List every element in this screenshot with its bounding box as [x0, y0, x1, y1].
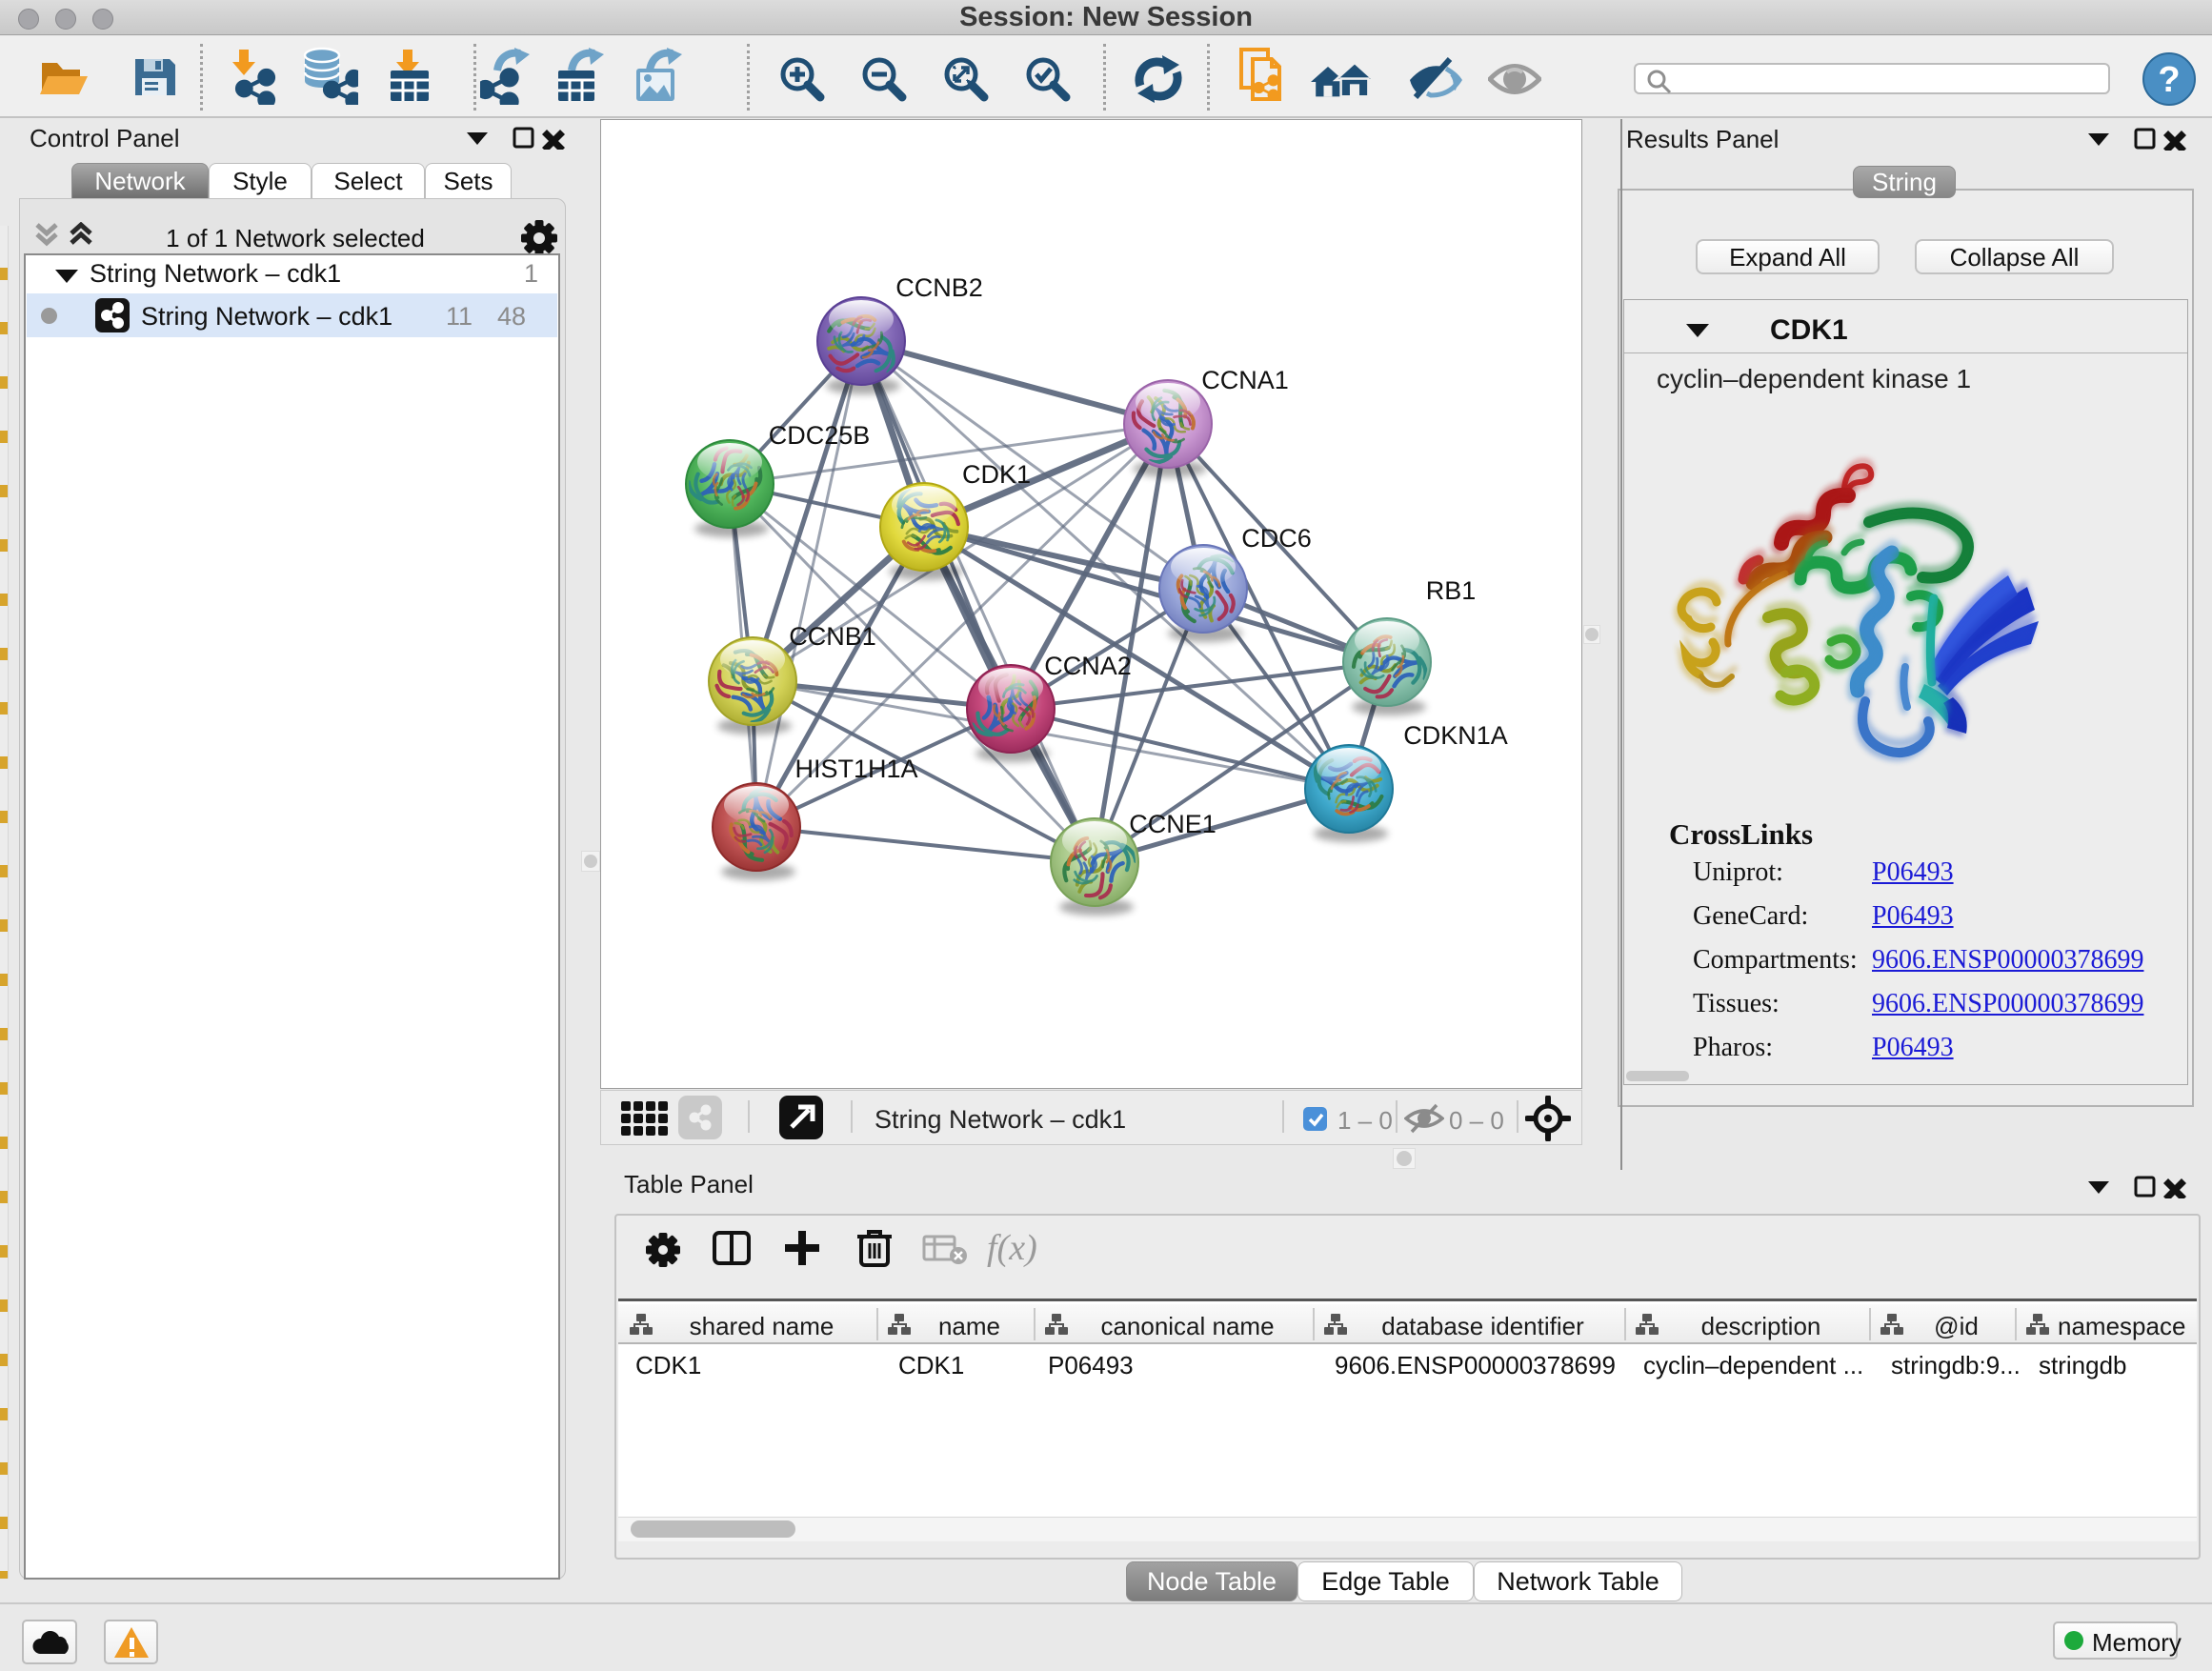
svg-text:CDKN1A: CDKN1A: [1403, 721, 1508, 750]
svg-text:CDC25B: CDC25B: [769, 421, 871, 450]
svg-text:HIST1H1A: HIST1H1A: [794, 755, 917, 783]
svg-text:RB1: RB1: [1426, 576, 1477, 605]
svg-text:CDC6: CDC6: [1241, 524, 1312, 553]
svg-text:CCNB2: CCNB2: [895, 273, 983, 302]
svg-text:CCNA2: CCNA2: [1044, 652, 1132, 680]
svg-text:CDK1: CDK1: [962, 460, 1031, 489]
svg-text:?: ?: [2158, 60, 2180, 100]
svg-text:CCNB1: CCNB1: [789, 622, 876, 651]
svg-text:CCNA1: CCNA1: [1201, 366, 1289, 394]
svg-text:CCNE1: CCNE1: [1129, 810, 1217, 838]
